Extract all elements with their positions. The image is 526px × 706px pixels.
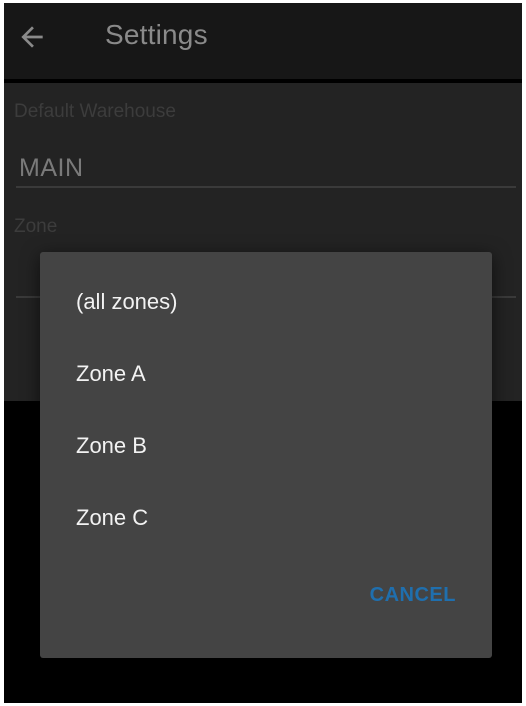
app-screen: Settings Default Warehouse MAIN Zone (al… [4,3,522,703]
zone-option-c[interactable]: Zone C [40,482,492,554]
arrow-left-icon[interactable] [16,21,48,53]
zone-option-a[interactable]: Zone A [40,338,492,410]
cancel-button[interactable]: CANCEL [370,584,456,607]
page-title: Settings [105,19,208,50]
zone-option-b[interactable]: Zone B [40,410,492,482]
app-bar: Settings [4,3,522,79]
warehouse-underline [16,186,516,188]
warehouse-field[interactable]: MAIN [19,154,84,183]
zone-picker-dialog: (all zones) Zone A Zone B Zone C CANCEL [40,252,492,658]
zone-label: Zone [14,216,58,237]
zone-options-list: (all zones) Zone A Zone B Zone C [40,266,492,554]
zone-option-all[interactable]: (all zones) [40,266,492,338]
warehouse-label: Default Warehouse [14,101,176,122]
